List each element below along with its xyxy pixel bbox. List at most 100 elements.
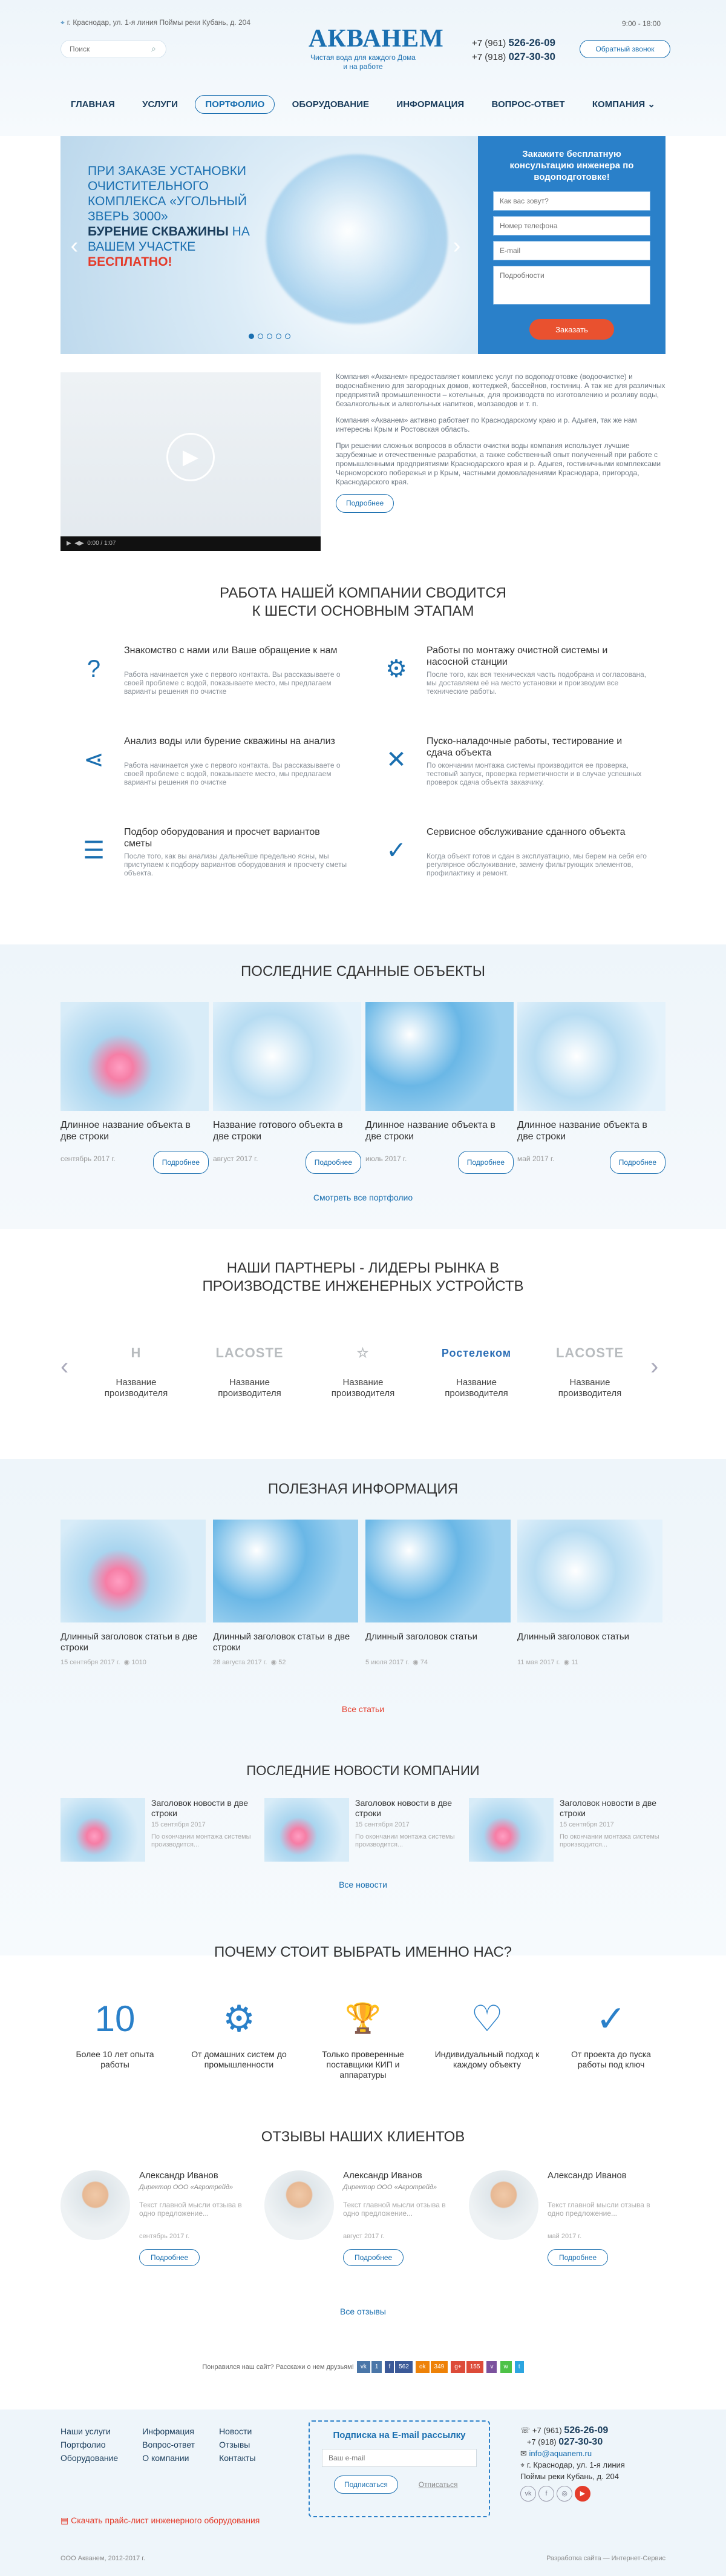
nav-company[interactable]: КОМПАНИЯ ⌄ <box>582 94 666 114</box>
news-item-title[interactable]: Заголовок новости в две строки <box>355 1798 458 1819</box>
partner-item[interactable]: LACOSTE Название производителя <box>538 1329 641 1399</box>
all-portfolio-link[interactable]: Смотреть все портфолио <box>313 1193 413 1202</box>
partner-item[interactable]: Ростелеком Название производителя <box>425 1329 528 1399</box>
search-input[interactable] <box>60 40 166 58</box>
email-field[interactable] <box>493 241 650 260</box>
object-more-button[interactable]: Подробнее <box>609 1151 666 1174</box>
slider-dot[interactable] <box>248 334 254 339</box>
partners-next-arrow-icon[interactable]: › <box>650 1353 658 1380</box>
article-image[interactable] <box>365 1520 511 1622</box>
nav-faq[interactable]: ВОПРОС-ОТВЕТ <box>482 95 575 114</box>
object-more-button[interactable]: Подробнее <box>457 1151 514 1174</box>
vk-icon[interactable]: vk <box>356 2361 370 2373</box>
about-more-button[interactable]: Подробнее <box>336 494 394 513</box>
footer-phone-1[interactable]: 526-26-09 <box>564 2425 608 2436</box>
news-item[interactable]: Заголовок новости в две строки 15 сентябр… <box>60 1798 260 1868</box>
article-card[interactable]: Длинный заголовок статьи 5 июля 2017 г. ◉… <box>365 1520 511 1666</box>
subscribe-email-field[interactable] <box>322 2449 477 2467</box>
slider-dot[interactable] <box>275 334 281 339</box>
object-card[interactable]: Длинное название объекта в две строки июл… <box>365 1002 514 1174</box>
unsubscribe-link[interactable]: Отписаться <box>419 2480 458 2489</box>
news-item-title[interactable]: Заголовок новости в две строки <box>151 1798 254 1819</box>
object-card[interactable]: Название готового объекта в две строки ав… <box>213 1002 361 1174</box>
review-more-button[interactable]: Подробнее <box>343 2249 404 2266</box>
nav-equipment[interactable]: ОБОРУДОВАНИЕ <box>282 95 379 114</box>
object-image[interactable] <box>517 1002 666 1111</box>
news-item-title[interactable]: Заголовок новости в две строки <box>560 1798 662 1819</box>
price-list-link[interactable]: Скачать прайс-лист инженерного оборудова… <box>71 2515 260 2525</box>
video-player[interactable]: ▶ ▶ ◀▶ 0:00 / 1:07 <box>60 372 321 551</box>
logo[interactable]: АКВАНЕМ Чистая вода для каждого Дома и н… <box>309 24 443 71</box>
phone-2[interactable]: +7 (918) 027-30-30 <box>472 50 555 64</box>
viber-icon[interactable]: v <box>486 2361 497 2373</box>
review-more-button[interactable]: Подробнее <box>548 2249 609 2266</box>
phone-field[interactable] <box>493 216 650 236</box>
odnoklassniki-icon[interactable]: ok <box>415 2361 430 2373</box>
search-icon[interactable]: ⌕ <box>151 44 156 54</box>
nav-home[interactable]: ГЛАВНАЯ <box>60 95 125 114</box>
news-item[interactable]: Заголовок новости в две строки 15 сентябр… <box>264 1798 464 1868</box>
price-list-download[interactable]: ▤ Скачать прайс-лист инженерного оборудо… <box>60 2515 260 2526</box>
news-thumb[interactable] <box>264 1798 349 1862</box>
callback-button[interactable]: Обратный звонок <box>580 40 670 58</box>
nav-portfolio[interactable]: ПОРТФОЛИО <box>195 94 275 114</box>
instagram-icon[interactable]: ◎ <box>557 2486 572 2502</box>
news-thumb[interactable] <box>60 1798 145 1862</box>
article-image[interactable] <box>60 1520 206 1622</box>
all-articles-link[interactable]: Все статьи <box>342 1704 384 1714</box>
news-thumb[interactable] <box>469 1798 554 1862</box>
footer-link[interactable]: О компании <box>142 2451 195 2465</box>
video-controls[interactable]: ▶ ◀▶ 0:00 / 1:07 <box>60 536 321 551</box>
slider-dot[interactable] <box>284 334 290 339</box>
object-image[interactable] <box>60 1002 209 1111</box>
google-plus-icon[interactable]: g+ <box>451 2361 465 2373</box>
article-image[interactable] <box>517 1520 662 1622</box>
article-title[interactable]: Длинный заголовок статьи <box>365 1632 511 1655</box>
telegram-icon[interactable]: t <box>514 2361 524 2373</box>
footer-email-link[interactable]: info@aquanem.ru <box>529 2449 592 2458</box>
object-title[interactable]: Длинное название объекта в две строки <box>517 1119 666 1144</box>
slider-prev-arrow-icon[interactable]: ‹ <box>65 233 83 259</box>
article-card[interactable]: Длинный заголовок статьи в две строки 28 … <box>213 1520 358 1666</box>
footer-link[interactable]: Информация <box>142 2425 195 2438</box>
object-title[interactable]: Название готового объекта в две строки <box>213 1119 361 1144</box>
object-title[interactable]: Длинное название объекта в две строки <box>60 1119 209 1144</box>
vk-icon[interactable]: vk <box>520 2486 536 2502</box>
slider-dot[interactable] <box>266 334 272 339</box>
review-more-button[interactable]: Подробнее <box>139 2249 200 2266</box>
all-news-link[interactable]: Все новости <box>339 1880 387 1889</box>
object-card[interactable]: Длинное название объекта в две строки сен… <box>60 1002 209 1174</box>
whatsapp-icon[interactable]: w <box>500 2361 512 2373</box>
article-title[interactable]: Длинный заголовок статьи <box>517 1632 662 1655</box>
slider-next-arrow-icon[interactable]: › <box>448 233 466 259</box>
object-image[interactable] <box>213 1002 361 1111</box>
details-field[interactable] <box>493 266 650 305</box>
footer-link[interactable]: Портфолио <box>60 2438 118 2451</box>
developer-credit[interactable]: Разработка сайта — Интернет-Сервис <box>546 2555 666 2562</box>
footer-link[interactable]: Отзывы <box>219 2438 255 2451</box>
footer-phone-2[interactable]: 027-30-30 <box>558 2437 603 2447</box>
partner-item[interactable]: LACOSTE Название производителя <box>198 1329 301 1399</box>
subscribe-button[interactable]: Подписаться <box>334 2476 398 2494</box>
footer-link[interactable]: Вопрос-ответ <box>142 2438 195 2451</box>
object-more-button[interactable]: Подробнее <box>305 1151 361 1174</box>
name-field[interactable] <box>493 191 650 211</box>
nav-services[interactable]: УСЛУГИ <box>132 95 188 114</box>
news-item[interactable]: Заголовок новости в две строки 15 сентябр… <box>469 1798 669 1868</box>
partner-item[interactable]: ☆ Название производителя <box>312 1329 414 1399</box>
phone-1[interactable]: +7 (961) 526-26-09 <box>472 36 555 50</box>
article-image[interactable] <box>213 1520 358 1622</box>
article-card[interactable]: Длинный заголовок статьи в две строки 15 … <box>60 1520 206 1666</box>
object-title[interactable]: Длинное название объекта в две строки <box>365 1119 514 1144</box>
object-image[interactable] <box>365 1002 514 1111</box>
footer-link[interactable]: Новости <box>219 2425 255 2438</box>
facebook-icon[interactable]: f <box>385 2361 394 2373</box>
footer-link[interactable]: Наши услуги <box>60 2425 118 2438</box>
object-card[interactable]: Длинное название объекта в две строки май… <box>517 1002 666 1174</box>
order-button[interactable]: Заказать <box>529 319 614 340</box>
article-title[interactable]: Длинный заголовок статьи в две строки <box>213 1632 358 1655</box>
partners-prev-arrow-icon[interactable]: ‹ <box>60 1353 68 1380</box>
play-icon[interactable]: ▶ <box>166 433 215 481</box>
article-card[interactable]: Длинный заголовок статьи 11 мая 2017 г. ◉… <box>517 1520 662 1666</box>
footer-link[interactable]: Оборудование <box>60 2451 118 2465</box>
